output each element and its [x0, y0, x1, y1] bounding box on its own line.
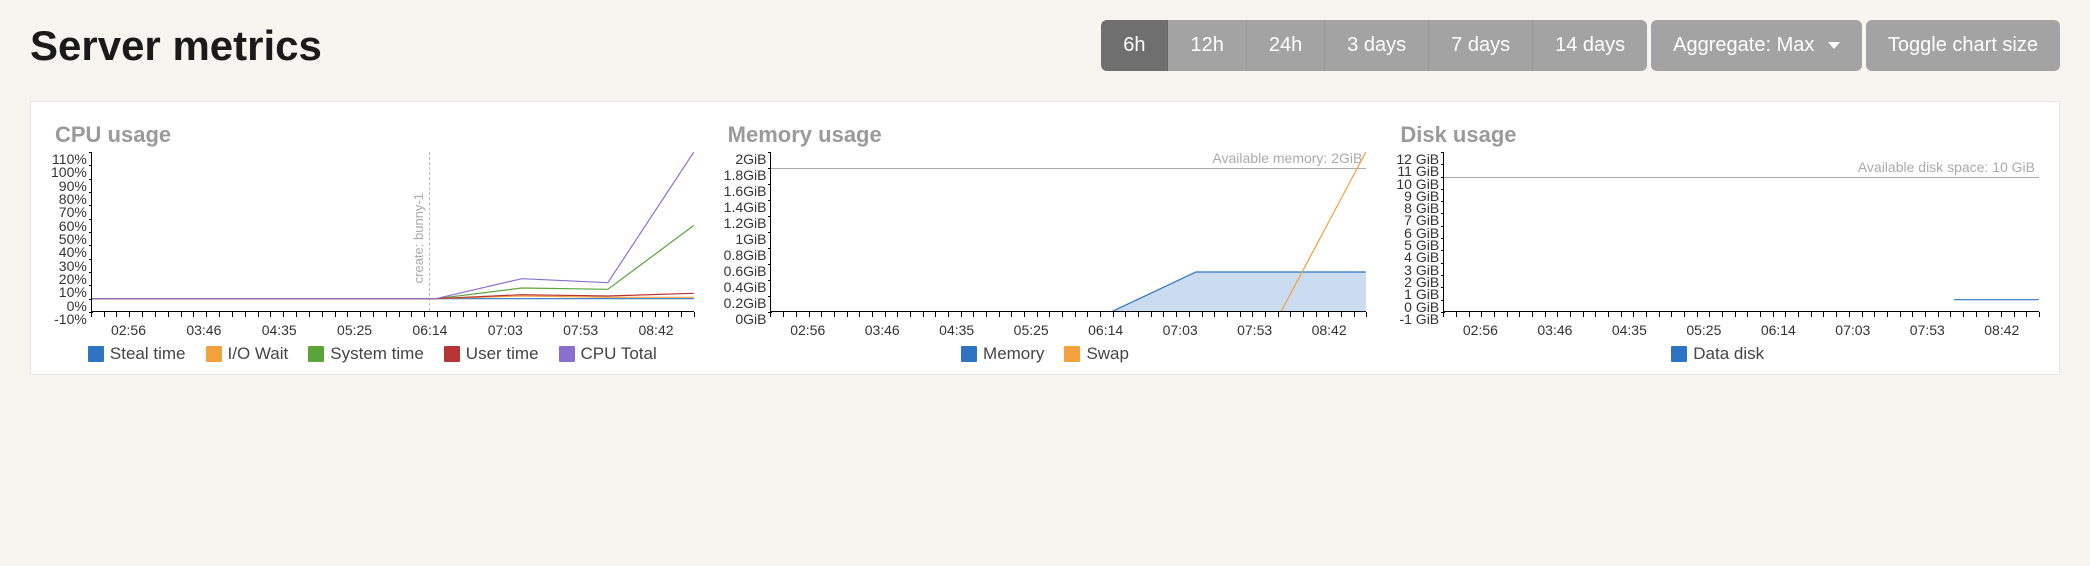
- time-range-button-12h[interactable]: 12h: [1168, 20, 1246, 71]
- aggregate-label: Aggregate: Max: [1673, 34, 1814, 56]
- x-tick: 04:35: [1592, 322, 1666, 338]
- time-range-group: 6h12h24h3 days7 days14 days: [1101, 20, 1647, 71]
- legend-label: Swap: [1086, 344, 1129, 364]
- x-tick: 08:42: [618, 322, 693, 338]
- time-range-button-6h[interactable]: 6h: [1101, 20, 1168, 71]
- x-tick: 06:14: [1741, 322, 1815, 338]
- chart-mem: Memory usage0GiB0.2GiB0.4GiB0.6GiB0.8GiB…: [724, 122, 1367, 364]
- legend-item[interactable]: Steal time: [88, 344, 186, 364]
- legend-item[interactable]: System time: [308, 344, 424, 364]
- x-tick: 05:25: [994, 322, 1068, 338]
- toolbar: 6h12h24h3 days7 days14 days Aggregate: M…: [1101, 20, 2060, 71]
- chevron-down-icon: [1828, 42, 1840, 49]
- x-tick: 04:35: [242, 322, 317, 338]
- chart-cpu: CPU usage-10%0%10%20%30%40%50%60%70%80%9…: [51, 122, 694, 364]
- chart-plot[interactable]: create: bunny-1: [91, 152, 694, 312]
- legend-item[interactable]: CPU Total: [559, 344, 657, 364]
- legend-label: User time: [466, 344, 539, 364]
- x-tick: 06:14: [392, 322, 467, 338]
- legend-label: Memory: [983, 344, 1044, 364]
- chart-title: CPU usage: [55, 122, 694, 148]
- x-tick: 06:14: [1068, 322, 1142, 338]
- x-tick: 08:42: [1292, 322, 1366, 338]
- x-tick: 07:03: [468, 322, 543, 338]
- legend-swatch: [206, 346, 222, 362]
- legend-swatch: [88, 346, 104, 362]
- x-tick: 03:46: [845, 322, 919, 338]
- time-range-button-3-days[interactable]: 3 days: [1325, 20, 1429, 71]
- legend-item[interactable]: Memory: [961, 344, 1044, 364]
- x-tick: 02:56: [1443, 322, 1517, 338]
- chart-legend: Steal time I/O Wait System time User time CP…: [51, 344, 694, 364]
- time-range-button-14-days[interactable]: 14 days: [1533, 20, 1647, 71]
- x-tick: 07:53: [1890, 322, 1964, 338]
- x-tick: 02:56: [770, 322, 844, 338]
- x-tick: 08:42: [1965, 322, 2039, 338]
- charts-row: CPU usage-10%0%10%20%30%40%50%60%70%80%9…: [51, 122, 2039, 364]
- chart-title: Disk usage: [1400, 122, 2039, 148]
- legend-swatch: [961, 346, 977, 362]
- time-range-button-24h[interactable]: 24h: [1247, 20, 1325, 71]
- legend-label: Steal time: [110, 344, 186, 364]
- chart-plot[interactable]: Available disk space: 10 GiB: [1443, 152, 2039, 312]
- toggle-group: Toggle chart size: [1866, 20, 2060, 71]
- x-tick: 07:53: [543, 322, 618, 338]
- legend-item[interactable]: Data disk: [1671, 344, 1764, 364]
- x-tick: 05:25: [1667, 322, 1741, 338]
- legend-swatch: [559, 346, 575, 362]
- metrics-panel: CPU usage-10%0%10%20%30%40%50%60%70%80%9…: [30, 101, 2060, 375]
- legend-label: I/O Wait: [228, 344, 289, 364]
- legend-swatch: [308, 346, 324, 362]
- toggle-chart-size-button[interactable]: Toggle chart size: [1866, 20, 2060, 71]
- chart-legend: Memory Swap: [724, 344, 1367, 364]
- x-tick: 03:46: [1518, 322, 1592, 338]
- legend-item[interactable]: Swap: [1064, 344, 1129, 364]
- legend-swatch: [1064, 346, 1080, 362]
- chart-legend: Data disk: [1396, 344, 2039, 364]
- chart-plot[interactable]: Available memory: 2GiB: [770, 152, 1366, 312]
- chart-disk: Disk usage-1 GiB0 GiB1 GiB2 GiB3 GiB4 Gi…: [1396, 122, 2039, 364]
- legend-label: Data disk: [1693, 344, 1764, 364]
- aggregate-button[interactable]: Aggregate: Max: [1651, 20, 1862, 71]
- aggregate-group: Aggregate: Max: [1651, 20, 1862, 71]
- legend-label: CPU Total: [581, 344, 657, 364]
- x-tick: 05:25: [317, 322, 392, 338]
- chart-title: Memory usage: [728, 122, 1367, 148]
- legend-item[interactable]: User time: [444, 344, 539, 364]
- legend-swatch: [1671, 346, 1687, 362]
- x-tick: 07:53: [1217, 322, 1291, 338]
- x-tick: 03:46: [166, 322, 241, 338]
- legend-label: System time: [330, 344, 424, 364]
- x-tick: 07:03: [1816, 322, 1890, 338]
- time-range-button-7-days[interactable]: 7 days: [1429, 20, 1533, 71]
- x-tick: 04:35: [919, 322, 993, 338]
- page-title: Server metrics: [30, 22, 322, 70]
- x-tick: 07:03: [1143, 322, 1217, 338]
- legend-item[interactable]: I/O Wait: [206, 344, 289, 364]
- legend-swatch: [444, 346, 460, 362]
- x-tick: 02:56: [91, 322, 166, 338]
